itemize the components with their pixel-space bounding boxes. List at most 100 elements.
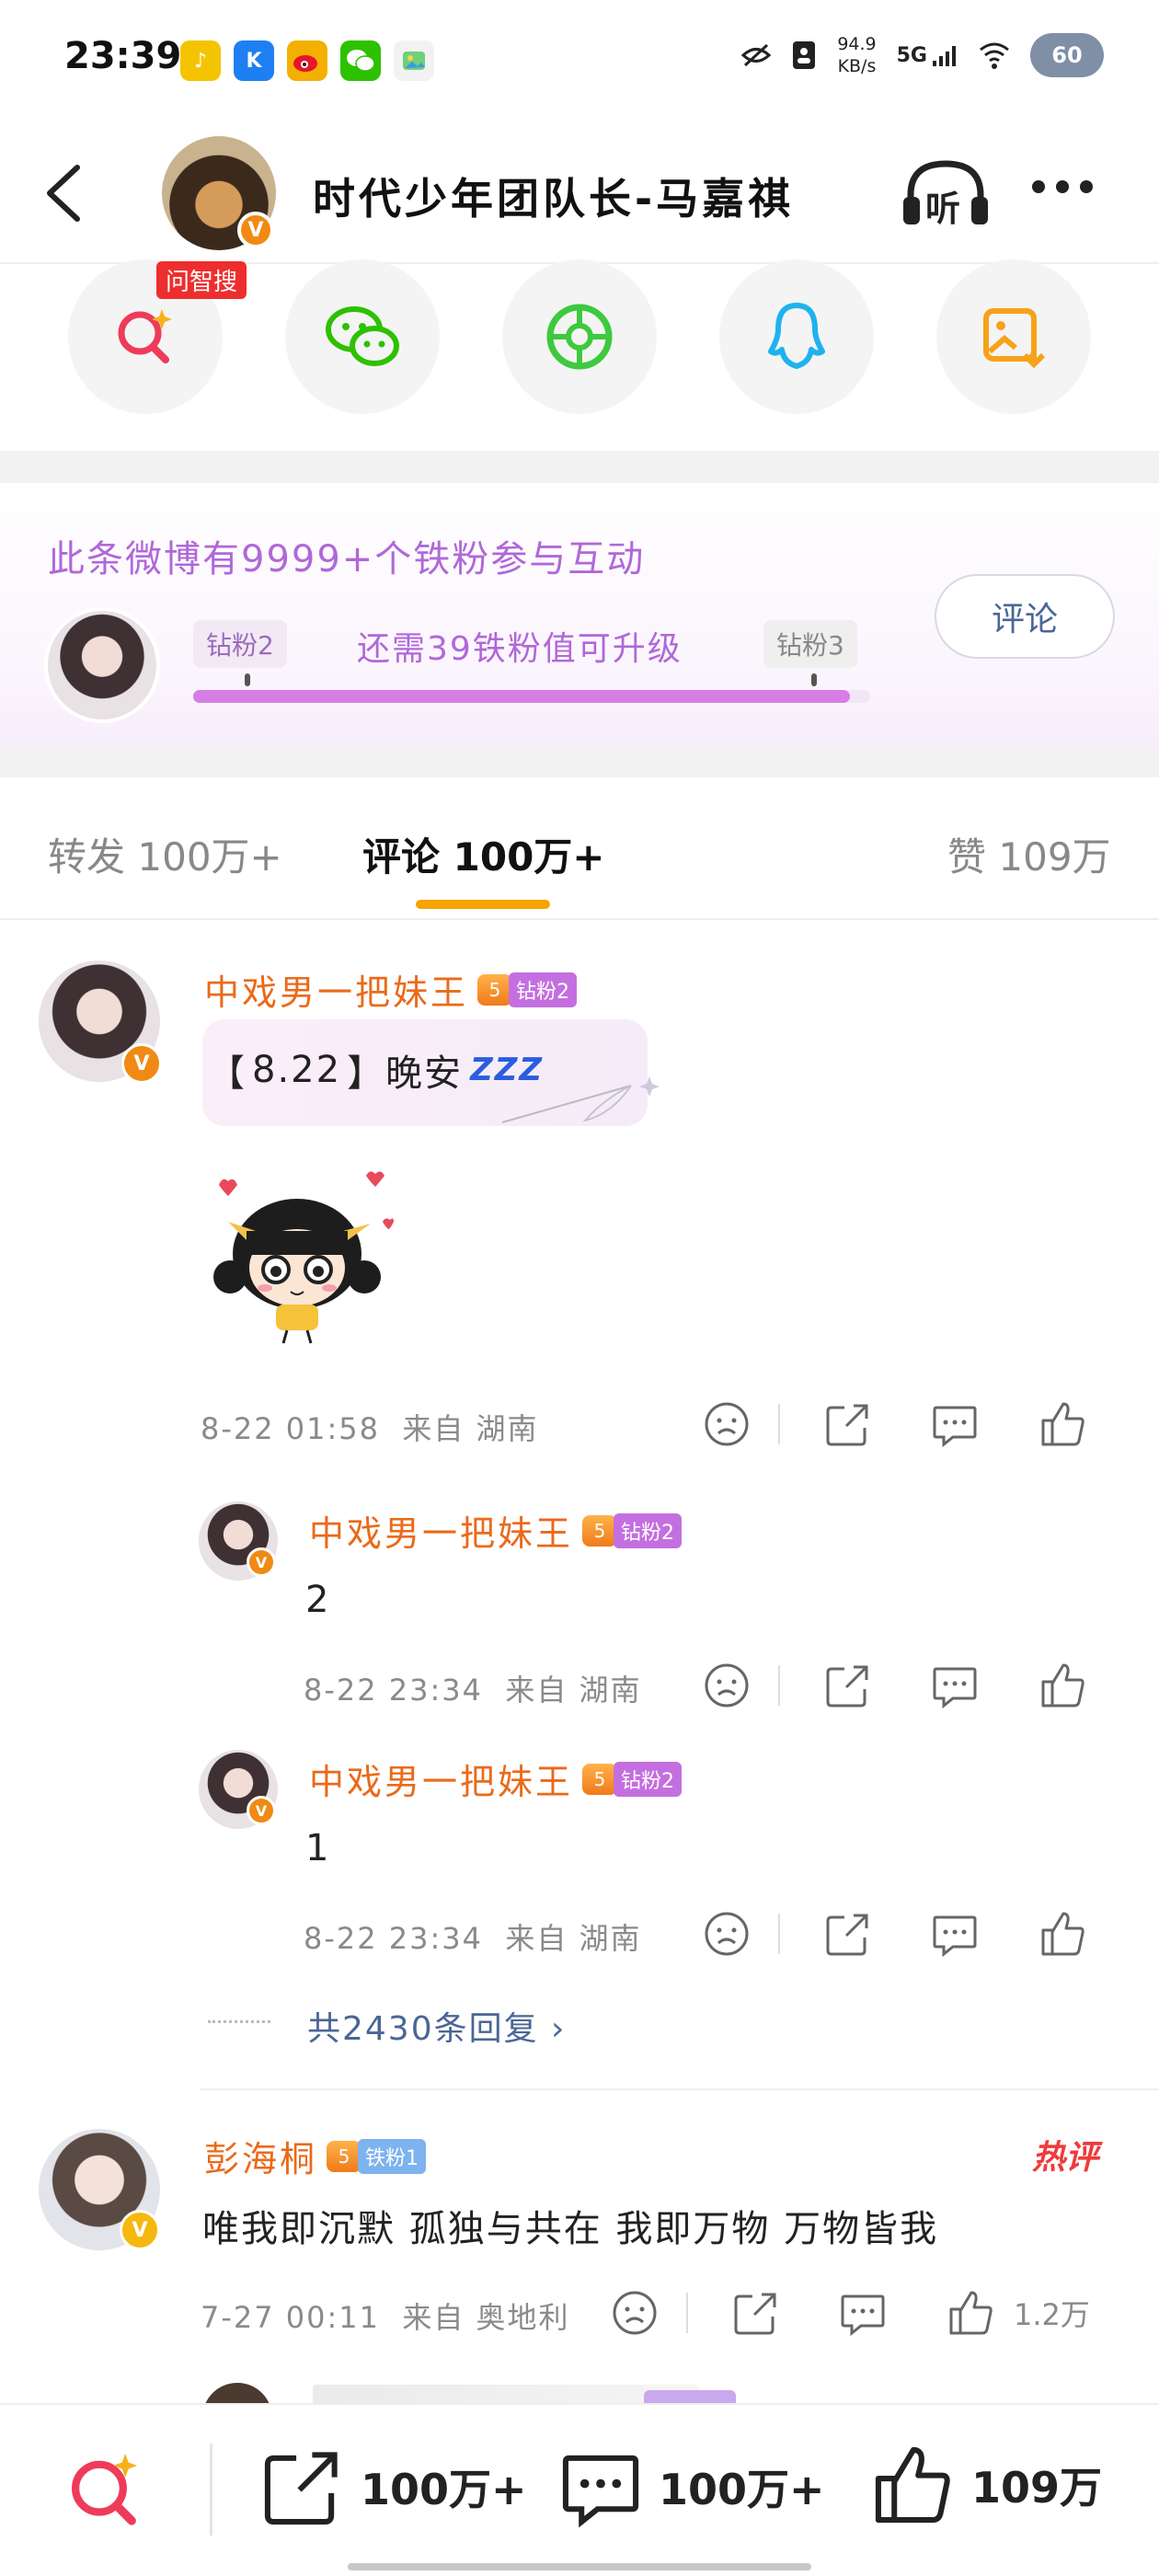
tabs-divider	[0, 918, 1159, 920]
username[interactable]: 中戏男一把妹王	[309, 1505, 573, 1556]
comment-actions: 1.2万	[611, 2289, 1090, 2337]
section-divider	[0, 750, 1159, 777]
bottom-wenzhisou-button[interactable]	[63, 2447, 149, 2537]
tab-comments[interactable]: 评论 100万+	[362, 826, 605, 882]
reply-icon[interactable]	[931, 1910, 979, 1958]
reply-location: 来自 湖南	[505, 1673, 642, 1708]
more-button[interactable]	[1032, 180, 1093, 193]
weibo-icon	[287, 40, 327, 81]
listen-button[interactable]: 听	[900, 156, 992, 230]
next-fan-level: 钻粉3	[763, 620, 857, 668]
verified-badge: V	[247, 1796, 276, 1825]
like-icon[interactable]	[1039, 1662, 1087, 1709]
level-tick	[245, 673, 250, 686]
username[interactable]: 彭海桐	[204, 2131, 317, 2181]
feather-decoration-icon	[501, 1076, 660, 1123]
reply-time: 8-22 23:34	[304, 1673, 484, 1708]
reply-meta: 8-22 23:34 来自 湖南	[304, 1667, 642, 1709]
username[interactable]: 中戏男一把妹王	[204, 964, 468, 1015]
fan-crown: 5 钻粉2	[582, 1512, 683, 1548]
action-separator	[686, 2293, 688, 2333]
bottom-comment-button[interactable]: 100万+	[559, 2445, 825, 2528]
like-icon[interactable]	[1039, 1400, 1087, 1448]
verified-badge: V	[247, 1547, 276, 1577]
notification-icons: ♪ K	[180, 40, 434, 81]
share-icon[interactable]	[732, 2289, 780, 2337]
status-right: 94.9 KB/s 5G 60	[741, 33, 1104, 77]
current-fan-level: 钻粉2	[193, 620, 287, 668]
text-date: 8.22	[252, 1049, 342, 1091]
cartoon-girl-sticker	[213, 1171, 394, 1344]
reply-header: 中戏男一把妹王 5 钻粉2	[309, 1754, 683, 1804]
hot-comment-tag: 热评	[1032, 2139, 1099, 2177]
tab-label: 转发	[48, 834, 126, 880]
network-speed: 94.9 KB/s	[837, 33, 876, 77]
tab-count: 109万	[998, 834, 1111, 880]
dislike-icon[interactable]	[611, 2289, 659, 2337]
dislike-icon[interactable]	[703, 1910, 751, 1958]
bottom-repost-button[interactable]: 100万+	[261, 2445, 527, 2528]
save-image-icon	[983, 308, 1046, 369]
verified-badge: V	[237, 212, 274, 248]
dislike-icon[interactable]	[703, 1662, 751, 1709]
repost-count: 100万+	[361, 2465, 527, 2514]
like-icon[interactable]	[1039, 1910, 1087, 1958]
moments-icon	[546, 304, 613, 370]
share-save-image-button[interactable]	[936, 259, 1091, 414]
crown-icon: 5	[327, 2140, 362, 2172]
verified-badge: V	[120, 2210, 160, 2250]
comment-actions	[703, 1400, 1087, 1448]
crown-icon: 5	[477, 973, 513, 1006]
fan-badge: 钻粉2	[509, 972, 578, 1007]
tab-label: 评论	[362, 834, 441, 880]
reply-text: 2	[305, 1579, 331, 1621]
more-replies-link[interactable]: 共2430条回复 ›	[307, 2002, 566, 2050]
share-icon[interactable]	[824, 1910, 872, 1958]
dislike-icon[interactable]	[703, 1400, 751, 1448]
comment-icon	[562, 2455, 639, 2528]
active-tab-indicator	[416, 900, 550, 909]
wechat-icon	[326, 306, 399, 366]
comment-button[interactable]: 评论	[935, 574, 1115, 659]
sim-icon	[793, 41, 816, 69]
comment-location: 来自 湖南	[402, 1411, 539, 1446]
comment-divider	[201, 2088, 1159, 2090]
reply-icon[interactable]	[931, 1662, 979, 1709]
network-type: 5G	[896, 43, 927, 67]
my-avatar	[44, 607, 160, 723]
fan-badge: 铁粉1	[358, 2138, 427, 2174]
like-icon	[875, 2446, 950, 2524]
reply-meta: 8-22 23:34 来自 湖南	[304, 1915, 642, 1958]
action-separator	[778, 1665, 780, 1706]
kugou-icon: K	[234, 40, 274, 81]
share-icon[interactable]	[824, 1400, 872, 1448]
listen-label: 听	[925, 189, 961, 229]
username[interactable]: 中戏男一把妹王	[309, 1754, 573, 1804]
share-qq-button[interactable]	[719, 259, 874, 414]
cellular-signal: 5G	[897, 42, 958, 68]
share-icon[interactable]	[824, 1662, 872, 1709]
share-wechat-button[interactable]	[285, 259, 440, 414]
tab-reposts[interactable]: 转发 100万+	[48, 826, 282, 882]
home-indicator	[348, 2563, 811, 2570]
bottom-separator	[210, 2444, 212, 2536]
eye-off-icon	[741, 43, 772, 67]
like-count: 109万	[971, 2463, 1103, 2513]
back-button[interactable]	[37, 156, 92, 230]
wenzhisou-tag: 问智搜	[156, 261, 247, 299]
comment-meta: 7-27 00:11 来自 奥地利	[201, 2294, 570, 2337]
fan-crown: 5 钻粉2	[582, 1761, 683, 1797]
status-time: 23:39	[64, 35, 182, 77]
tab-likes[interactable]: 赞 109万	[947, 826, 1111, 882]
tab-count: 100万+	[137, 834, 282, 880]
reply-text: 1	[305, 1827, 331, 1869]
reply-time: 8-22 23:34	[304, 1921, 484, 1956]
bottom-like-button[interactable]: 109万	[872, 2444, 1102, 2526]
share-moments-button[interactable]	[502, 259, 657, 414]
reply-icon[interactable]	[931, 1400, 979, 1448]
wechat-icon	[340, 40, 381, 81]
fan-badge: 钻粉2	[614, 1512, 683, 1548]
signal-bars-icon	[933, 46, 956, 66]
like-icon[interactable]	[947, 2289, 995, 2337]
reply-icon[interactable]	[839, 2289, 887, 2337]
